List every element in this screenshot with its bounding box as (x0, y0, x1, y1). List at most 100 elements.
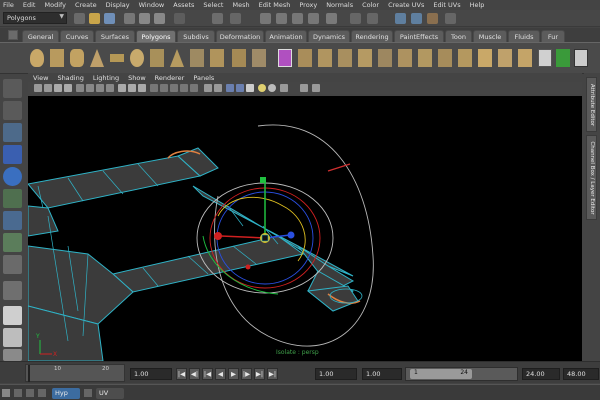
go-to-end-button[interactable]: ▶| (267, 368, 278, 380)
range-slider-handle[interactable]: 1 24 (410, 369, 472, 379)
split-polygon-icon[interactable] (418, 49, 432, 67)
menu-help[interactable]: Help (470, 1, 485, 9)
poly-cone-icon[interactable] (90, 49, 104, 67)
lights-icon[interactable] (190, 84, 198, 92)
checker-map-icon[interactable] (538, 49, 552, 67)
select-camera-icon[interactable] (34, 84, 42, 92)
step-back-frame-button[interactable]: |◀ (202, 368, 213, 380)
perspective-viewport[interactable]: Y X Isolate : persp (28, 96, 582, 361)
safe-title-icon[interactable] (138, 84, 146, 92)
all-lights-icon[interactable] (258, 84, 266, 92)
use-default-lighting-icon[interactable] (236, 84, 244, 92)
tab-curves[interactable]: Curves (60, 30, 94, 42)
anim-end-field[interactable]: 48.00 (563, 368, 599, 380)
tab-muscle[interactable]: Muscle (473, 30, 507, 42)
insert-edge-loop-icon[interactable] (438, 49, 452, 67)
poly-sphere-icon[interactable] (30, 49, 44, 67)
rotate-tool-icon[interactable] (3, 167, 22, 186)
poly-prism-icon[interactable] (150, 49, 164, 67)
restore-icon[interactable] (26, 389, 34, 397)
input-output-icon[interactable] (367, 13, 378, 24)
range-slider[interactable]: 1 24 (405, 367, 518, 381)
poly-soccer-ball-icon[interactable] (232, 49, 246, 67)
render-settings-icon[interactable] (445, 13, 456, 24)
start-time-field[interactable]: 1.00 (315, 368, 357, 380)
pick-mask-icon[interactable] (230, 13, 241, 24)
menu-file[interactable]: File (3, 1, 14, 9)
open-scene-icon[interactable] (89, 13, 100, 24)
poly-cylinder-icon[interactable] (70, 49, 84, 67)
bookmark-icon[interactable] (54, 84, 62, 92)
mask-selector-icon[interactable] (174, 13, 185, 24)
safe-action-icon[interactable] (128, 84, 136, 92)
wireframe-on-shaded-icon[interactable] (170, 84, 178, 92)
menu-create-uvs[interactable]: Create UVs (388, 1, 424, 9)
panel-menu-lighting[interactable]: Lighting (93, 74, 119, 82)
lasso-tool-icon[interactable] (3, 101, 22, 120)
make-live-icon[interactable] (326, 13, 337, 24)
tab-toon[interactable]: Toon (445, 30, 472, 42)
current-time-marker[interactable] (28, 365, 30, 382)
tab-deformation[interactable]: Deformation (216, 30, 264, 42)
poly-pyramid-icon[interactable] (170, 49, 184, 67)
render-current-frame-icon[interactable] (411, 13, 422, 24)
outliner-layout-icon[interactable] (3, 349, 22, 361)
isolate-select-icon[interactable] (280, 84, 288, 92)
select-hierarchy-icon[interactable] (124, 13, 135, 24)
universal-manipulator-icon[interactable] (3, 211, 22, 230)
save-scene-icon[interactable] (104, 13, 115, 24)
tab-fur[interactable]: Fur (541, 30, 565, 42)
menu-modify[interactable]: Modify (44, 1, 66, 9)
shelf-options-icon[interactable] (8, 30, 18, 40)
menu-display[interactable]: Display (106, 1, 130, 9)
combine-icon[interactable] (278, 49, 292, 67)
collapse-icon[interactable] (518, 49, 532, 67)
snap-to-view-plane-icon[interactable] (308, 13, 319, 24)
taskbar-item-hypergraph[interactable]: Hyp (52, 388, 80, 399)
app-menu-icon[interactable] (2, 389, 10, 397)
step-forward-key-button[interactable]: ▶| (254, 368, 265, 380)
tab-surfaces[interactable]: Surfaces (95, 30, 135, 42)
snap-to-curve-icon[interactable] (276, 13, 287, 24)
menu-mesh[interactable]: Mesh (232, 1, 249, 9)
tab-painteffects[interactable]: PaintEffects (394, 30, 444, 42)
xray-joints-icon[interactable] (214, 84, 222, 92)
select-object-icon[interactable] (139, 13, 150, 24)
current-frame-field[interactable]: 1.00 (130, 368, 172, 380)
close-icon[interactable] (38, 389, 46, 397)
tab-animation[interactable]: Animation (265, 30, 307, 42)
high-quality-icon[interactable] (268, 84, 276, 92)
menu-edit-uvs[interactable]: Edit UVs (433, 1, 460, 9)
last-tool-icon[interactable] (3, 281, 22, 300)
move-tool-icon[interactable] (3, 145, 22, 164)
panel-menu-view[interactable]: View (33, 74, 48, 82)
tab-fluids[interactable]: Fluids (508, 30, 540, 42)
smooth-shade-icon[interactable] (160, 84, 168, 92)
panel-menu-renderer[interactable]: Renderer (155, 74, 185, 82)
step-back-key-button[interactable]: ◀| (189, 368, 200, 380)
menu-edit-mesh[interactable]: Edit Mesh (259, 1, 291, 9)
extrude-icon[interactable] (358, 49, 372, 67)
select-component-icon[interactable] (154, 13, 165, 24)
resolution-gate-icon[interactable] (96, 84, 104, 92)
select-tool-icon[interactable] (3, 79, 22, 98)
smooth-icon[interactable] (318, 49, 332, 67)
wireframe-icon[interactable] (150, 84, 158, 92)
step-forward-frame-button[interactable]: |▶ (241, 368, 252, 380)
average-vertices-icon[interactable] (338, 49, 352, 67)
playback-start-field[interactable]: 1.00 (362, 368, 402, 380)
heads-up-display-icon[interactable] (312, 84, 320, 92)
menu-assets[interactable]: Assets (173, 1, 194, 9)
panel-menu-show[interactable]: Show (128, 74, 146, 82)
bevel-icon[interactable] (478, 49, 492, 67)
poly-pipe-icon[interactable] (190, 49, 204, 67)
tab-rendering[interactable]: Rendering (351, 30, 393, 42)
paint-select-tool-icon[interactable] (3, 123, 22, 142)
poly-platonic-icon[interactable] (252, 49, 266, 67)
tab-general[interactable]: General (22, 30, 59, 42)
film-gate-icon[interactable] (86, 84, 94, 92)
go-to-start-button[interactable]: |◀ (176, 368, 187, 380)
planar-mapping-icon[interactable] (556, 49, 570, 67)
four-view-layout-icon[interactable] (3, 328, 22, 347)
menu-normals[interactable]: Normals (326, 1, 353, 9)
